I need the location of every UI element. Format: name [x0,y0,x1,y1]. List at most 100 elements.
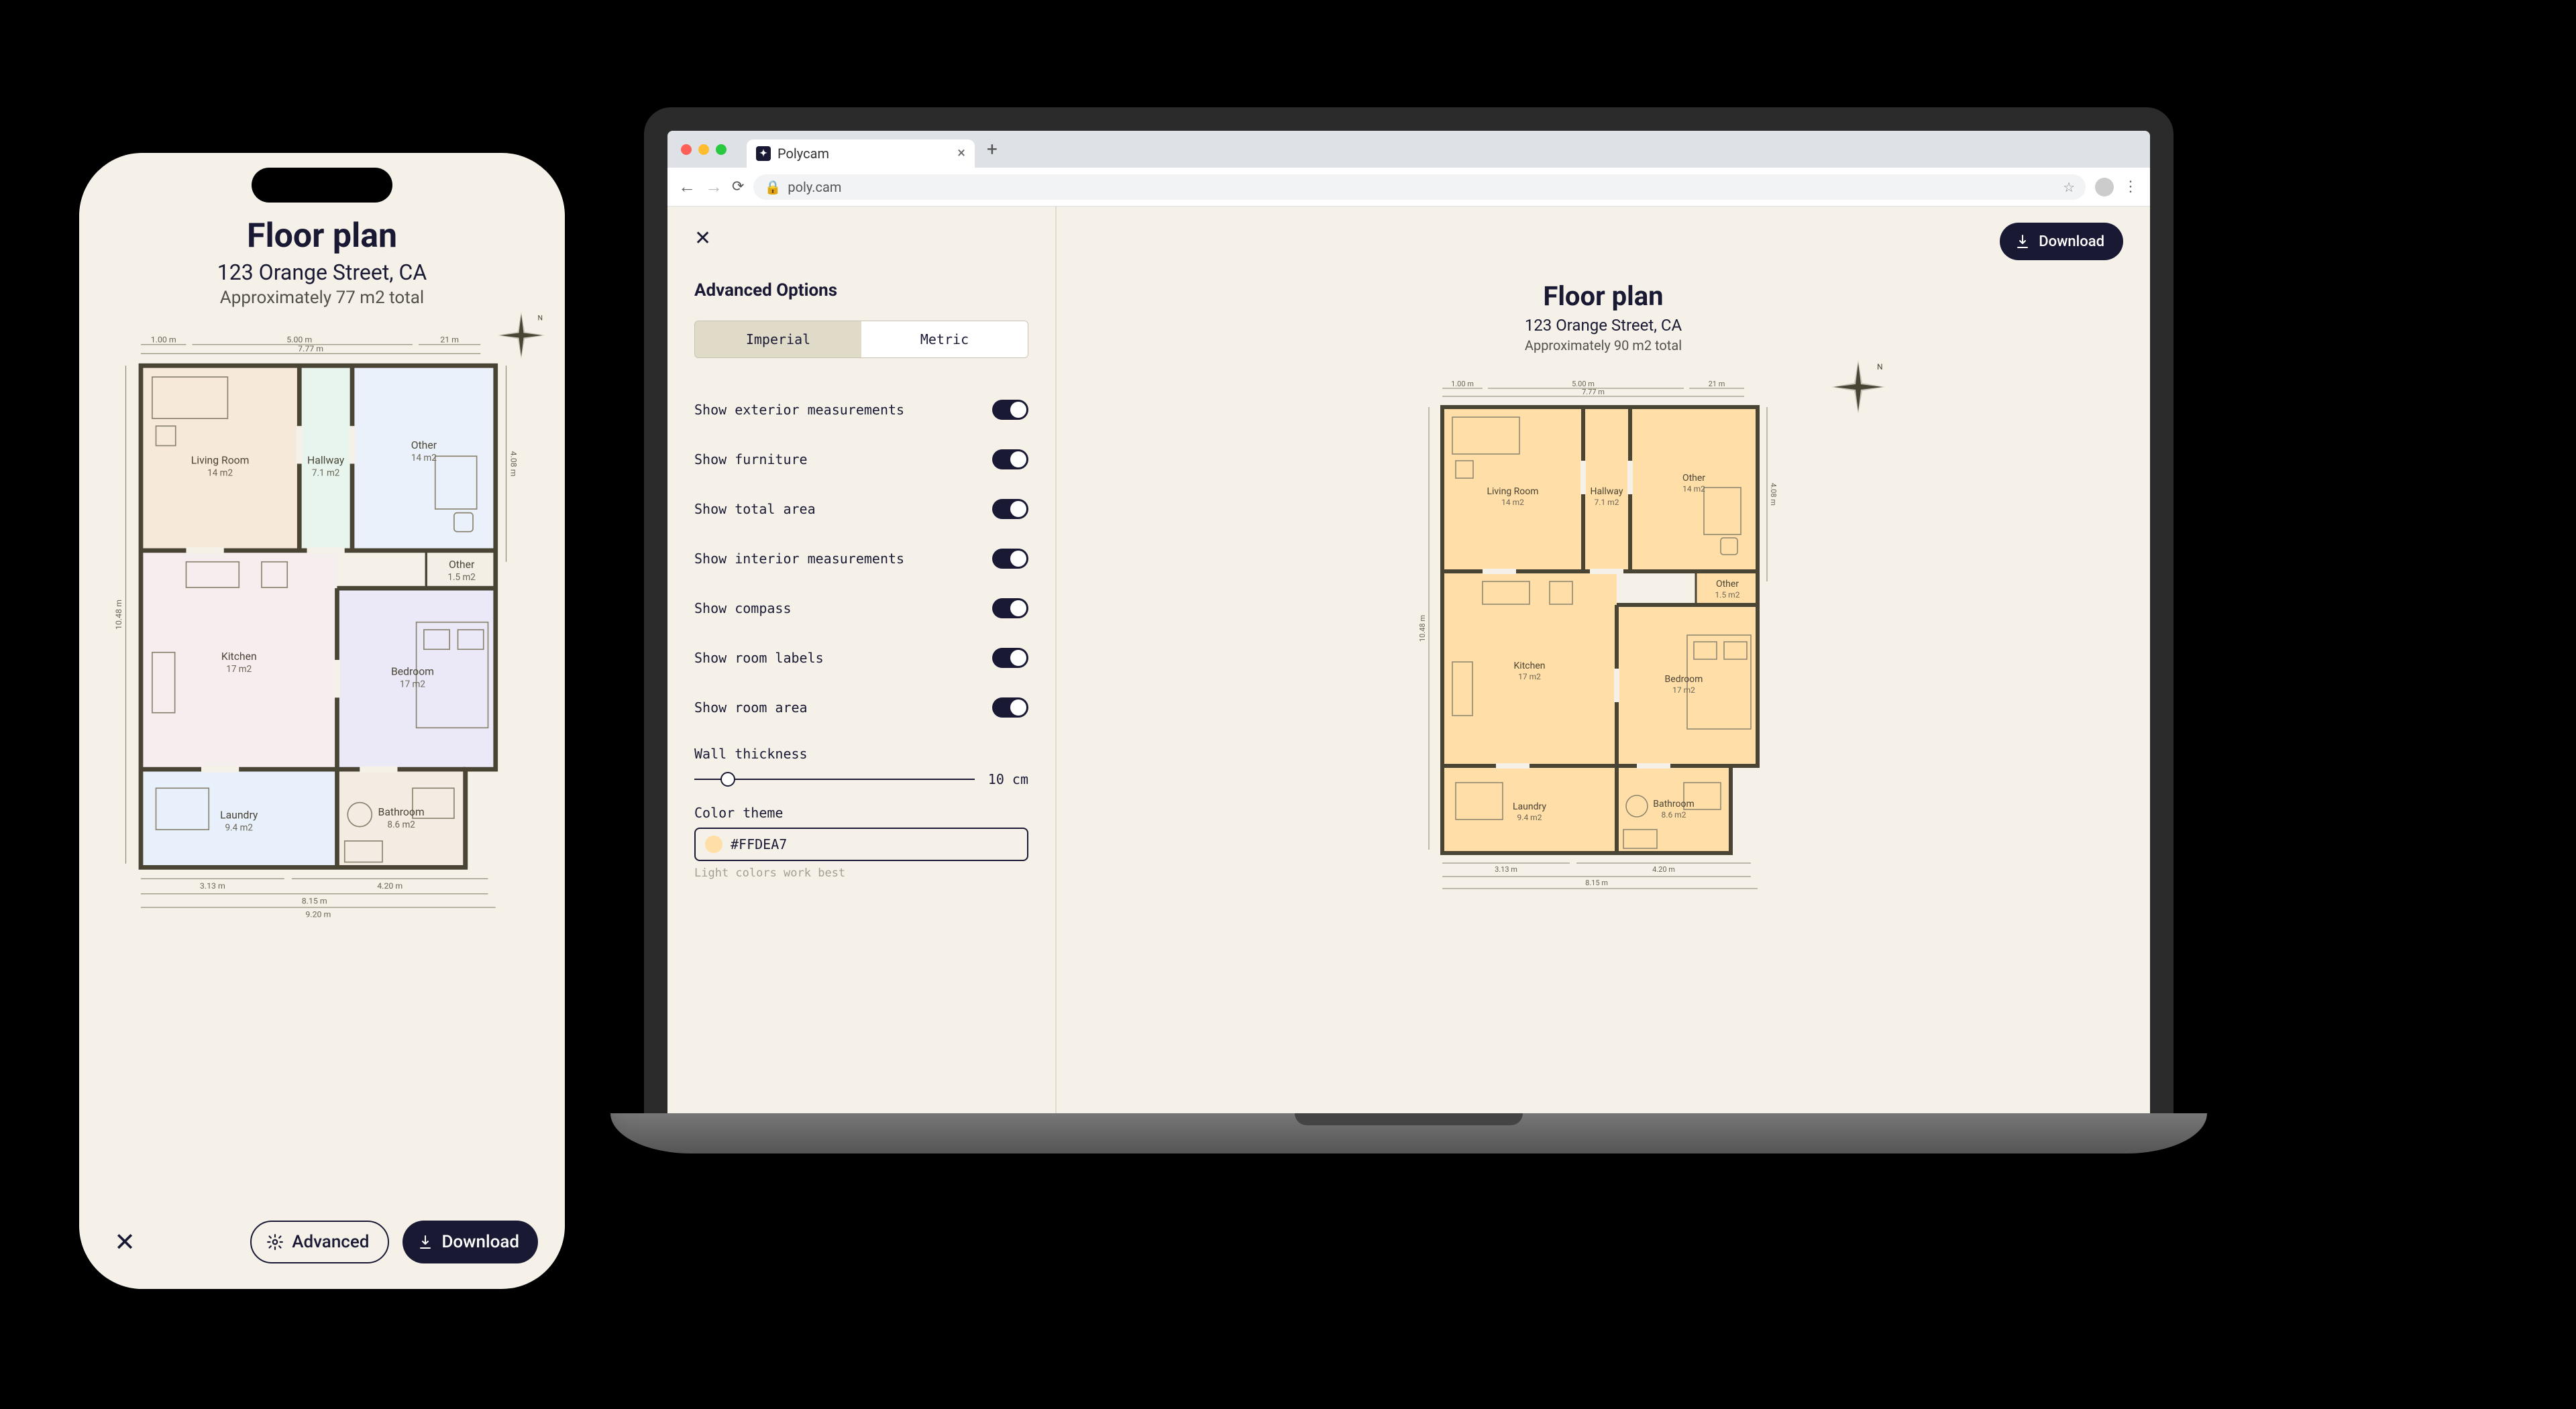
phone-screen: Floor plan 123 Orange Street, CA Approxi… [79,153,565,1289]
svg-text:4.20 m: 4.20 m [1652,865,1675,874]
color-hex-value: #FFDEA7 [731,836,787,852]
floorplan-svg: 1.00 m5.00 m7.77 m21 m10.48 m4.08 m3.13 … [111,335,533,925]
svg-text:14 m2: 14 m2 [411,453,437,463]
url-bar[interactable]: 🔒 poly.cam ☆ [753,174,2086,200]
floorplan-title: Floor plan [79,217,565,256]
nav-back-icon[interactable]: ← [678,176,696,197]
floorplan-address: 123 Orange Street, CA [79,260,565,285]
lock-icon: 🔒 [764,179,781,195]
option-room-area: Show room area [694,683,1028,732]
toggle[interactable] [992,697,1028,718]
browser-tab[interactable]: ✦ Polycam × [747,139,975,168]
svg-text:Living Room: Living Room [191,454,250,467]
svg-text:8.15 m: 8.15 m [302,897,327,906]
svg-text:Other: Other [1682,473,1705,484]
close-icon[interactable]: ✕ [106,1227,144,1257]
svg-text:9.4 m2: 9.4 m2 [1517,813,1542,822]
svg-text:7.77 m: 7.77 m [1582,388,1605,396]
minimize-window-dot[interactable] [698,144,709,155]
svg-text:1.00 m: 1.00 m [1451,380,1474,388]
svg-text:Bedroom: Bedroom [391,665,434,678]
toggle[interactable] [992,400,1028,420]
compass-icon: N [1831,360,1885,414]
phone-floorplan-canvas[interactable]: N 1.00 m5.00 m7.77 m21 m10.48 m4.08 m3.1… [79,308,565,1195]
toggle[interactable] [992,598,1028,618]
wall-thickness-label: Wall thickness [694,746,808,762]
toggle[interactable] [992,449,1028,469]
svg-text:10.48 m: 10.48 m [115,600,124,630]
browser-tabstrip: ✦ Polycam × + [667,131,2150,168]
reload-icon[interactable]: ⟳ [732,178,744,195]
floorplan-svg: 1.00 m5.00 m7.77 m21 m10.48 m4.08 m3.13 … [1415,380,1791,890]
floorplan-address: 123 Orange Street, CA [1525,316,1682,335]
svg-text:N: N [538,313,543,322]
svg-text:21 m: 21 m [1709,380,1725,388]
phone-mockup: Floor plan 123 Orange Street, CA Approxi… [67,141,577,1301]
profile-avatar-icon[interactable] [2095,178,2114,196]
svg-text:Living Room: Living Room [1487,486,1538,497]
svg-text:8.6 m2: 8.6 m2 [1662,810,1686,820]
bookmark-star-icon[interactable]: ☆ [2063,179,2075,195]
tab-close-icon[interactable]: × [957,146,965,161]
advanced-options-sidebar: Advanced Options Imperial Metric Show ex… [667,207,1057,1120]
svg-text:4.08 m: 4.08 m [508,451,517,476]
option-label: Show room area [694,699,808,716]
close-icon[interactable]: ✕ [694,227,711,250]
option-exterior-measurements: Show exterior measurements [694,385,1028,435]
option-label: Show furniture [694,451,808,467]
svg-text:Laundry: Laundry [220,808,258,821]
svg-text:7.1 m2: 7.1 m2 [312,468,340,479]
svg-text:17 m2: 17 m2 [226,664,252,675]
toggle[interactable] [992,549,1028,569]
laptop-bezel: ✦ Polycam × + ← → ⟳ 🔒 poly.cam ☆ ⋮ [644,107,2174,1120]
new-tab-icon[interactable]: + [987,138,998,160]
segmented-imperial[interactable]: Imperial [695,321,861,357]
nav-forward-icon[interactable]: → [705,176,722,197]
color-swatch-icon [705,836,722,853]
phone-dynamic-island [252,168,392,203]
svg-text:10.48 m: 10.48 m [1418,615,1427,642]
unit-segmented-control: Imperial Metric [694,321,1028,358]
advanced-button[interactable]: Advanced [250,1221,389,1263]
svg-text:4.20 m: 4.20 m [377,882,402,891]
download-button[interactable]: Download [402,1221,538,1263]
toggle[interactable] [992,648,1028,668]
floorplan-canvas: Floor plan 123 Orange Street, CA Approxi… [1057,207,2150,1120]
svg-text:7.1 m2: 7.1 m2 [1595,498,1619,507]
svg-text:Kitchen: Kitchen [1514,661,1546,671]
svg-text:3.13 m: 3.13 m [1495,865,1517,874]
laptop-mockup: ✦ Polycam × + ← → ⟳ 🔒 poly.cam ☆ ⋮ [610,107,2207,1348]
phone-bottom-bar: ✕ Advanced Download [79,1195,565,1289]
svg-text:Laundry: Laundry [1513,801,1546,812]
option-label: Show interior measurements [694,551,904,567]
phone-header: Floor plan 123 Orange Street, CA Approxi… [79,217,565,308]
color-theme-input[interactable]: #FFDEA7 [694,828,1028,861]
laptop-screen: ✦ Polycam × + ← → ⟳ 🔒 poly.cam ☆ ⋮ [667,131,2150,1120]
svg-text:Bathroom: Bathroom [1653,799,1694,809]
floorplan-total-area: Approximately 90 m2 total [1525,337,1682,353]
svg-text:17 m2: 17 m2 [1518,672,1541,681]
browser-toolbar: ← → ⟳ 🔒 poly.cam ☆ ⋮ [667,168,2150,207]
segmented-metric[interactable]: Metric [861,321,1028,357]
svg-text:Other: Other [449,558,475,571]
laptop-trackpad-notch [1295,1113,1523,1125]
svg-text:17 m2: 17 m2 [400,679,425,690]
close-window-dot[interactable] [681,144,692,155]
maximize-window-dot[interactable] [716,144,727,155]
tab-title: Polycam [777,146,829,162]
toggle[interactable] [992,499,1028,519]
wall-thickness-slider[interactable] [694,779,975,780]
svg-text:14 m2: 14 m2 [1501,498,1524,507]
svg-text:7.77 m: 7.77 m [298,345,323,354]
download-icon [417,1234,433,1250]
app-container: ✕ Download Advanced Options Imperial Met… [667,207,2150,1120]
svg-text:1.5 m2: 1.5 m2 [1715,590,1740,600]
floorplan-drawing[interactable]: N 1.00 m5.00 m7.77 m21 m10.48 m4.08 m3.1… [1415,380,1791,893]
option-label: Show total area [694,501,816,517]
slider-thumb[interactable] [720,772,735,787]
wall-thickness-value: 10 cm [988,771,1028,787]
browser-menu-icon[interactable]: ⋮ [2123,178,2139,195]
advanced-label: Advanced [292,1232,369,1252]
svg-text:21 m: 21 m [440,335,459,345]
svg-text:Bedroom: Bedroom [1665,674,1703,685]
